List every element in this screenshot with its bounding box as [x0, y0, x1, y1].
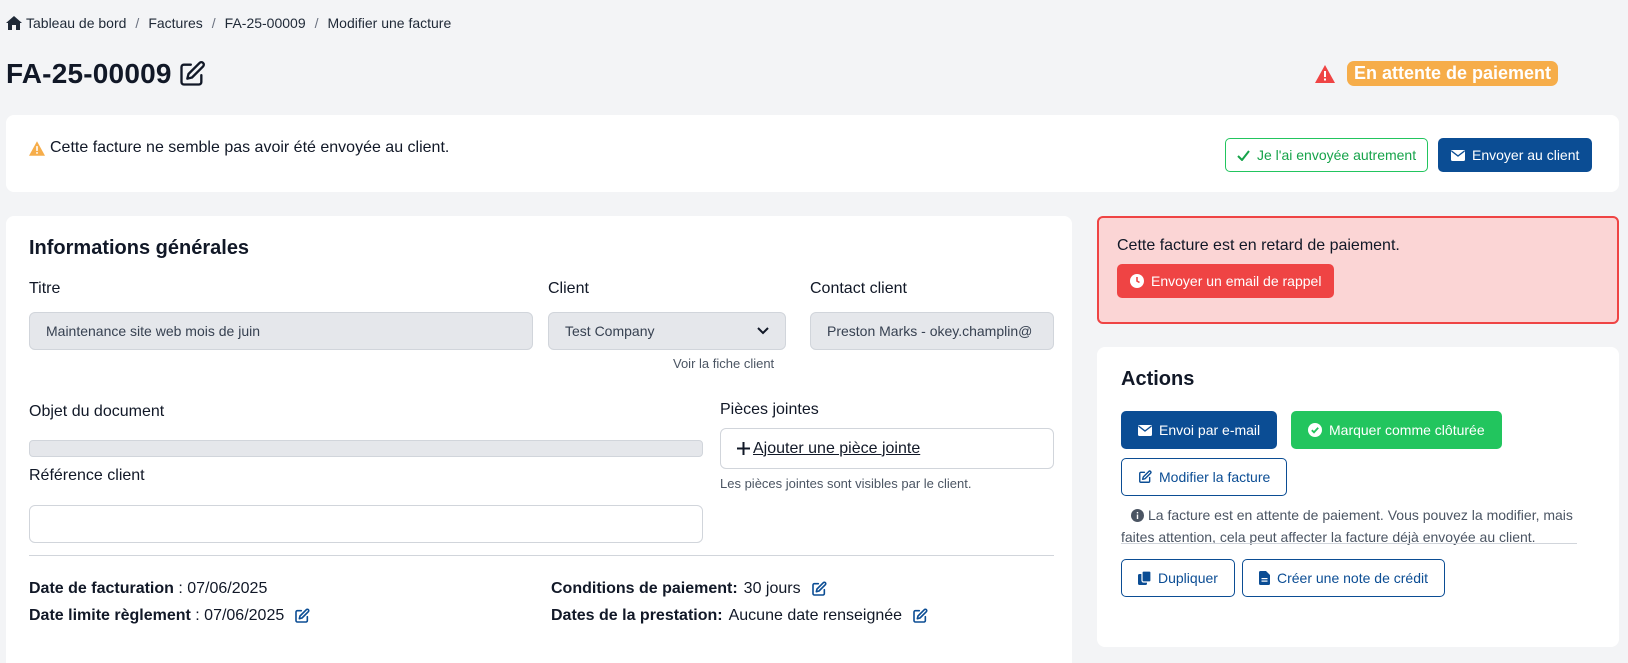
- breadcrumb-home-label: Tableau de bord: [26, 15, 127, 31]
- home-icon: [6, 16, 22, 30]
- actions-divider: [1121, 543, 1577, 544]
- breadcrumb-home-link[interactable]: Tableau de bord: [6, 15, 126, 31]
- breadcrumb-invoices-link[interactable]: Factures: [148, 15, 202, 31]
- envelope-icon: [1138, 424, 1152, 436]
- payment-terms-line: Conditions de paiement: 30 jours: [551, 580, 827, 598]
- client-select[interactable]: Test Company: [548, 312, 786, 350]
- send-to-client-button[interactable]: Envoyer au client: [1438, 138, 1593, 172]
- add-attachment-button[interactable]: Ajouter une pièce jointe: [720, 428, 1054, 469]
- sent-otherwise-label: Je l'ai envoyée autrement: [1257, 147, 1417, 163]
- client-label: Client: [548, 280, 589, 297]
- plus-icon: [737, 442, 750, 455]
- edit-invoice-label: Modifier la facture: [1159, 469, 1271, 485]
- edit-icon: [1138, 470, 1152, 484]
- objet-label: Objet du document: [29, 403, 165, 420]
- payment-terms-label: Conditions de paiement:: [551, 580, 738, 597]
- edit-payment-terms-icon[interactable]: [811, 581, 827, 597]
- duplicate-button[interactable]: Dupliquer: [1121, 559, 1235, 597]
- warning-triangle-icon: [1314, 64, 1335, 83]
- payment-terms-value: 30 jours: [743, 580, 801, 597]
- service-dates-value: Aucune date renseignée: [728, 607, 903, 624]
- titre-label: Titre: [29, 280, 61, 297]
- not-sent-notice: Cette facture ne semble pas avoir été en…: [6, 115, 1619, 192]
- notice-text: Cette facture ne semble pas avoir été en…: [50, 139, 450, 156]
- send-reminder-button[interactable]: Envoyer un email de rappel: [1117, 264, 1335, 298]
- page-title: FA-25-00009: [6, 58, 172, 89]
- breadcrumb: Tableau de bord / Factures / FA-25-00009…: [6, 14, 451, 32]
- check-circle-icon: [1308, 423, 1322, 437]
- service-dates-line: Dates de la prestation: Aucune date rens…: [551, 607, 928, 625]
- status-area: En attente de paiement: [1314, 61, 1558, 86]
- envelope-icon: [1451, 149, 1465, 161]
- due-date-line: Date limite règlement : 07/06/2025: [29, 607, 310, 625]
- attachments-hint: Les pièces jointes sont visibles par le …: [720, 476, 972, 491]
- attachments-label: Pièces jointes: [720, 401, 819, 418]
- send-email-button[interactable]: Envoi par e-mail: [1121, 411, 1278, 449]
- reference-label: Référence client: [29, 467, 145, 484]
- edit-invoice-button[interactable]: Modifier la facture: [1121, 458, 1288, 496]
- objet-input[interactable]: [29, 440, 703, 457]
- edit-due-date-icon[interactable]: [294, 608, 310, 624]
- send-reminder-label: Envoyer un email de rappel: [1151, 273, 1322, 289]
- client-select-value: Test Company: [565, 323, 655, 339]
- create-credit-note-label: Créer une note de crédit: [1277, 570, 1428, 586]
- status-badge: En attente de paiement: [1346, 61, 1558, 86]
- notice-message: Cette facture ne semble pas avoir été en…: [29, 139, 449, 157]
- reference-input[interactable]: [29, 505, 703, 543]
- contact-input[interactable]: Preston Marks - okey.champlin@: [810, 312, 1054, 350]
- actions-title: Actions: [1121, 368, 1195, 390]
- title-row: FA-25-00009: [6, 54, 206, 94]
- breadcrumb-separator: /: [211, 15, 216, 31]
- due-date-value: : 07/06/2025: [190, 607, 285, 624]
- late-payment-text: Cette facture est en retard de paiement.: [1117, 237, 1400, 254]
- create-credit-note-button[interactable]: Créer une note de crédit: [1242, 559, 1445, 597]
- due-date-label: Date limite règlement: [29, 607, 191, 624]
- clock-icon: [1130, 274, 1144, 288]
- late-payment-alert: Cette facture est en retard de paiement.…: [1097, 216, 1619, 324]
- chevron-down-icon: [757, 327, 769, 335]
- service-dates-label: Dates de la prestation:: [551, 607, 723, 624]
- edit-service-dates-icon[interactable]: [912, 608, 928, 624]
- file-icon: [1259, 571, 1270, 585]
- breadcrumb-current: Modifier une facture: [327, 15, 452, 31]
- mark-closed-button[interactable]: Marquer comme clôturée: [1291, 411, 1502, 449]
- actions-note: La facture est en attente de paiement. V…: [1121, 504, 1595, 548]
- check-icon: [1237, 149, 1250, 161]
- sent-otherwise-button[interactable]: Je l'ai envoyée autrement: [1225, 138, 1429, 172]
- billing-date-label: Date de facturation: [29, 580, 174, 597]
- actions-card: Actions Envoi par e-mail Marquer comme c…: [1097, 347, 1619, 647]
- edit-title-icon[interactable]: [178, 60, 206, 88]
- info-icon: [1131, 509, 1144, 522]
- billing-date-line: Date de facturation : 07/06/2025: [29, 580, 267, 598]
- warning-icon: [29, 140, 45, 156]
- duplicate-label: Dupliquer: [1158, 570, 1218, 586]
- actions-note-text: La facture est en attente de paiement. V…: [1121, 507, 1573, 545]
- titre-input[interactable]: Maintenance site web mois de juin: [29, 312, 533, 350]
- view-client-link[interactable]: Voir la fiche client: [673, 356, 774, 371]
- copy-icon: [1138, 571, 1151, 585]
- breadcrumb-invoice-link[interactable]: FA-25-00009: [225, 15, 306, 31]
- mark-closed-label: Marquer comme clôturée: [1329, 422, 1485, 438]
- billing-date-value: : 07/06/2025: [173, 580, 268, 597]
- send-to-client-label: Envoyer au client: [1472, 147, 1580, 163]
- breadcrumb-separator: /: [314, 15, 319, 31]
- general-info-card: Informations générales Titre Maintenance…: [6, 216, 1072, 663]
- send-email-label: Envoi par e-mail: [1159, 422, 1261, 438]
- add-attachment-label: Ajouter une pièce jointe: [753, 439, 921, 457]
- divider: [29, 555, 1054, 556]
- contact-label: Contact client: [810, 280, 907, 297]
- breadcrumb-separator: /: [135, 15, 140, 31]
- section-title: Informations générales: [29, 237, 250, 259]
